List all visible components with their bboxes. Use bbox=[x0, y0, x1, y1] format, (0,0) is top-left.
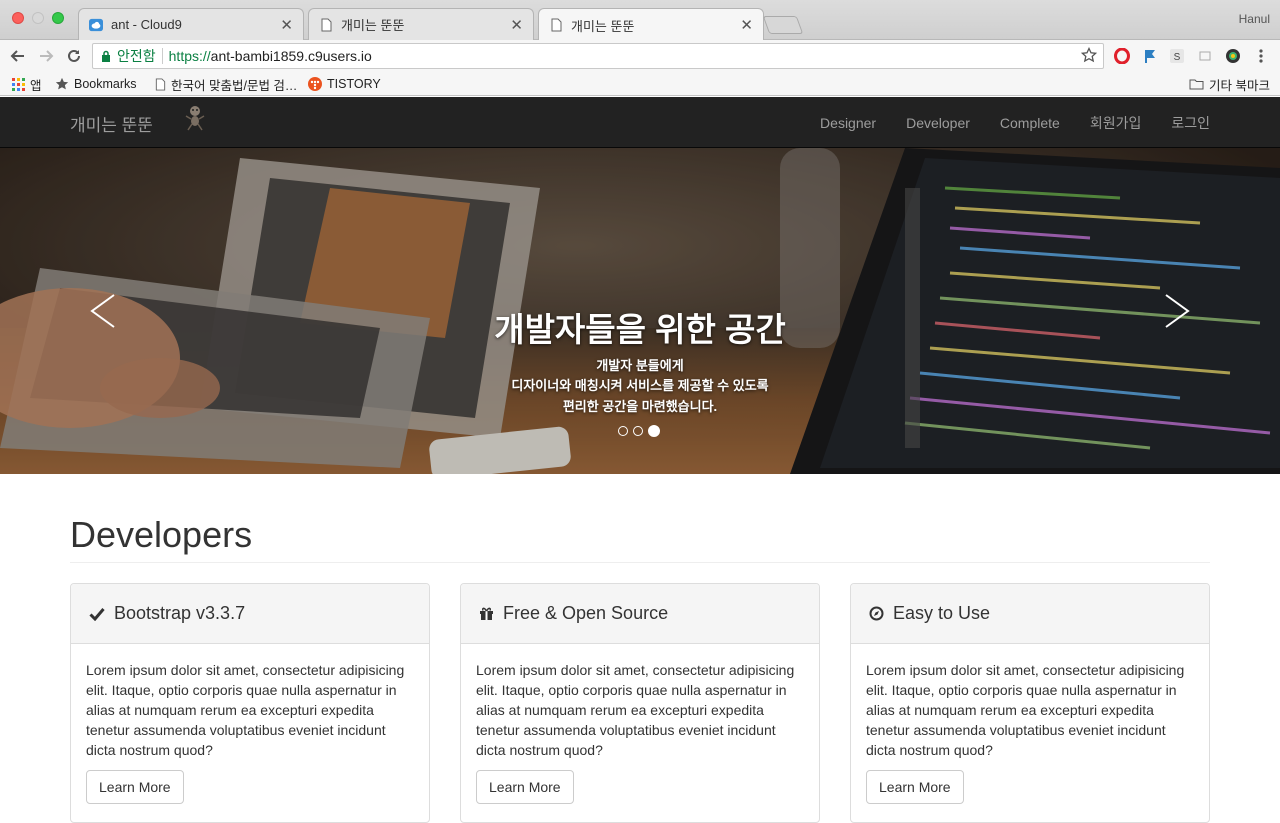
feature-panel: Free & Open Source Lorem ipsum dolor sit… bbox=[460, 583, 820, 823]
close-window-button[interactable] bbox=[12, 12, 24, 24]
panel-text: Lorem ipsum dolor sit amet, consectetur … bbox=[476, 662, 795, 758]
ant-mascot-icon bbox=[184, 105, 206, 138]
nav-developer[interactable]: Developer bbox=[906, 115, 970, 131]
bookmark-bookmarks[interactable]: Bookmarks bbox=[55, 75, 137, 93]
forward-arrow-icon bbox=[40, 50, 54, 62]
tistory-icon bbox=[308, 77, 322, 91]
tab-title: 개미는 뚠뚠 bbox=[341, 18, 405, 33]
nav-login[interactable]: 로그인 bbox=[1171, 113, 1210, 133]
url-host: ant-bambi1859.c9users.io bbox=[210, 48, 372, 64]
hero-title: 개발자들을 위한 공간 bbox=[494, 311, 786, 348]
maximize-window-button[interactable] bbox=[52, 12, 64, 24]
bookmark-label: 한국어 맞춤법/문법 검… bbox=[171, 78, 298, 93]
flag-extension-icon[interactable] bbox=[1140, 46, 1160, 66]
page-icon bbox=[155, 77, 166, 91]
close-icon[interactable]: ✕ bbox=[740, 16, 753, 34]
learn-more-button[interactable]: Learn More bbox=[476, 770, 574, 804]
back-button[interactable] bbox=[6, 44, 30, 68]
other-bookmarks-label: 기타 북마크 bbox=[1209, 78, 1270, 93]
carousel-indicator-active[interactable] bbox=[648, 425, 660, 437]
page-icon bbox=[549, 18, 563, 32]
lock-icon bbox=[102, 50, 110, 62]
hero-line: 개발자 분들에게 bbox=[596, 358, 684, 373]
gift-icon bbox=[479, 606, 494, 621]
browser-tab-page[interactable]: 개미는 뚠뚠 ✕ bbox=[308, 8, 534, 40]
browser-tab-active[interactable]: 개미는 뚠뚠 ✕ bbox=[538, 8, 764, 41]
checkmark-icon bbox=[89, 607, 105, 621]
page-icon bbox=[319, 18, 333, 32]
nav-complete[interactable]: Complete bbox=[1000, 115, 1060, 131]
apps-grid-icon bbox=[12, 77, 25, 91]
browser-toolbar: 안전함 https:// ant-bambi1859.c9users.io S bbox=[0, 40, 1280, 72]
browser-tab-strip: ant - Cloud9 ✕ 개미는 뚠뚠 ✕ 개미는 뚠뚠 ✕ Hanul bbox=[0, 0, 1280, 41]
panel-body: Lorem ipsum dolor sit amet, consectetur … bbox=[461, 644, 819, 820]
divider bbox=[70, 562, 1210, 563]
compass-icon bbox=[869, 606, 884, 621]
reload-button[interactable] bbox=[62, 44, 86, 68]
bookmark-star-icon[interactable] bbox=[1080, 46, 1098, 66]
security-label: 안전함 bbox=[117, 48, 156, 64]
other-bookmarks[interactable]: 기타 북마크 bbox=[1189, 75, 1270, 93]
panel-heading: Free & Open Source bbox=[461, 584, 819, 644]
new-tab-button[interactable] bbox=[762, 16, 804, 34]
minimize-window-button[interactable] bbox=[32, 12, 44, 24]
back-arrow-icon bbox=[10, 50, 24, 62]
forward-button[interactable] bbox=[34, 44, 58, 68]
panel-heading: Easy to Use bbox=[851, 584, 1209, 644]
tab-title: 개미는 뚠뚠 bbox=[571, 18, 635, 34]
bookmark-label: Bookmarks bbox=[74, 77, 137, 91]
opera-extension-icon[interactable] bbox=[1112, 46, 1132, 66]
close-icon[interactable]: ✕ bbox=[280, 16, 293, 34]
bookmark-tistory[interactable]: TISTORY bbox=[308, 75, 381, 93]
nav-designer[interactable]: Designer bbox=[820, 115, 876, 131]
nav-signup[interactable]: 회원가입 bbox=[1090, 113, 1142, 133]
separator bbox=[161, 48, 163, 64]
learn-more-button[interactable]: Learn More bbox=[866, 770, 964, 804]
star-icon bbox=[55, 77, 69, 91]
bookmarks-bar: 앱 Bookmarks 한국어 맞춤법/문법 검… TISTORY 기타 북마크 bbox=[0, 72, 1280, 96]
address-bar[interactable]: 안전함 https:// ant-bambi1859.c9users.io bbox=[92, 43, 1104, 69]
profile-name[interactable]: Hanul bbox=[1239, 12, 1270, 26]
panel-heading-text: Bootstrap v3.3.7 bbox=[114, 603, 246, 623]
url-scheme: https:// bbox=[168, 48, 211, 64]
feature-panel: Bootstrap v3.3.7 Lorem ipsum dolor sit a… bbox=[70, 583, 430, 823]
reload-icon bbox=[68, 49, 80, 62]
panel-heading: Bootstrap v3.3.7 bbox=[71, 584, 429, 644]
section-title: Developers bbox=[70, 514, 253, 555]
learn-more-button[interactable]: Learn More bbox=[86, 770, 184, 804]
color-extension-icon[interactable] bbox=[1223, 46, 1243, 66]
feature-panel: Easy to Use Lorem ipsum dolor sit amet, … bbox=[850, 583, 1210, 823]
hero-carousel: 개발자들을 위한 공간 개발자 분들에게 디자이너와 매칭시켜 서비스를 제공할… bbox=[0, 148, 1280, 474]
folder-icon bbox=[1189, 78, 1204, 90]
cloud9-icon bbox=[89, 18, 103, 32]
close-icon[interactable]: ✕ bbox=[510, 16, 523, 34]
browser-tab-cloud9[interactable]: ant - Cloud9 ✕ bbox=[78, 8, 304, 40]
bookmark-label: TISTORY bbox=[327, 77, 381, 91]
s-extension-icon[interactable]: S bbox=[1167, 46, 1187, 66]
carousel-indicator[interactable] bbox=[618, 426, 628, 436]
bookmark-apps[interactable]: 앱 bbox=[12, 75, 42, 93]
nav-links: Designer Developer Complete 회원가입 로그인 bbox=[790, 97, 1210, 148]
carousel-indicators bbox=[618, 425, 665, 437]
carousel-indicator[interactable] bbox=[633, 426, 643, 436]
site-brand[interactable]: 개미는 뚠뚠 bbox=[70, 111, 153, 136]
svg-text:S: S bbox=[1174, 52, 1181, 63]
site-navbar: 개미는 뚠뚠 Designer Developer Complete 회원가입 … bbox=[0, 97, 1280, 148]
cast-extension-icon[interactable] bbox=[1195, 46, 1215, 66]
menu-icon[interactable] bbox=[1251, 46, 1271, 66]
panel-heading-text: Free & Open Source bbox=[503, 603, 669, 623]
panel-text: Lorem ipsum dolor sit amet, consectetur … bbox=[86, 662, 405, 758]
panel-body: Lorem ipsum dolor sit amet, consectetur … bbox=[851, 644, 1209, 820]
bookmark-label: 앱 bbox=[30, 78, 42, 93]
panel-heading-text: Easy to Use bbox=[893, 603, 991, 623]
hero-line: 편리한 공간을 마련했습니다. bbox=[562, 399, 718, 414]
hero-line: 디자이너와 매칭시켜 서비스를 제공할 수 있도록 bbox=[511, 378, 769, 393]
bookmark-spellcheck[interactable]: 한국어 맞춤법/문법 검… bbox=[155, 75, 297, 93]
panel-body: Lorem ipsum dolor sit amet, consectetur … bbox=[71, 644, 429, 820]
panel-text: Lorem ipsum dolor sit amet, consectetur … bbox=[866, 662, 1185, 758]
tab-title: ant - Cloud9 bbox=[111, 17, 182, 32]
